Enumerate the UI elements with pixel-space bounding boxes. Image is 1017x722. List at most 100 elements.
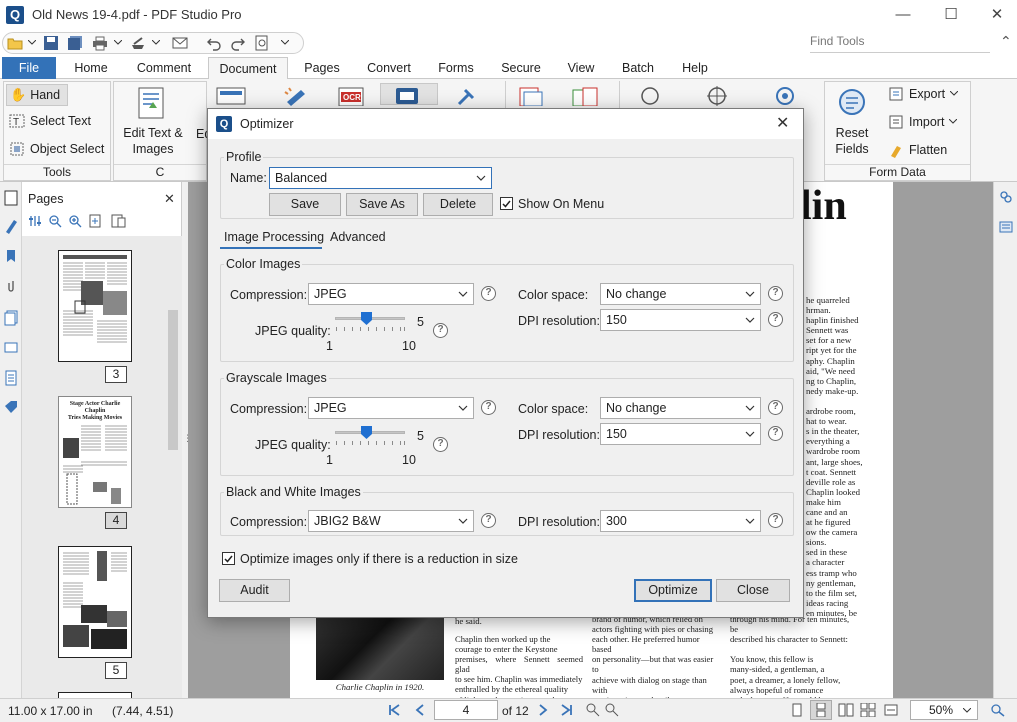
comments-icon[interactable] [4, 340, 18, 356]
zoom-tool-icon[interactable] [990, 703, 1006, 717]
color-dpi-help-icon[interactable]: ? [768, 312, 783, 327]
tab-image-processing[interactable]: Image Processing [224, 230, 324, 244]
optimize-only-reduction-checkbox[interactable] [222, 552, 235, 565]
close-window-button[interactable]: ✕ [974, 0, 1017, 30]
bookmarks-icon[interactable] [4, 248, 18, 264]
color-space-help-icon[interactable]: ? [768, 286, 783, 301]
optimize-button[interactable]: Optimize [634, 579, 712, 602]
previous-page-icon[interactable] [414, 703, 426, 717]
gray-color-space-help-icon[interactable]: ? [768, 400, 783, 415]
zoom-next-icon[interactable] [605, 703, 619, 717]
attachments-icon[interactable] [4, 278, 18, 294]
tags-icon[interactable] [4, 400, 18, 416]
save-all-icon[interactable] [67, 35, 83, 51]
color-quality-help-icon[interactable]: ? [433, 323, 448, 338]
profile-save-as-button[interactable]: Save As [346, 193, 418, 216]
last-page-icon[interactable] [561, 703, 573, 717]
ribbon-collapse-icon[interactable]: ⌃ [1000, 33, 1012, 50]
fit-width-icon[interactable] [884, 703, 898, 717]
profile-name-select[interactable]: Balanced [269, 167, 492, 189]
zoom-level-select[interactable]: 50% [910, 700, 978, 720]
save-icon[interactable] [43, 35, 59, 51]
tab-convert[interactable]: Convert [358, 57, 420, 79]
object-select-button[interactable]: Object Select [9, 141, 104, 157]
page-settings-icon[interactable] [28, 214, 42, 228]
search-panel-icon[interactable] [999, 190, 1013, 204]
color-space-select[interactable]: No change [600, 283, 761, 305]
tab-document[interactable]: Document [208, 57, 288, 81]
properties-panel-icon[interactable] [999, 220, 1013, 234]
content-icon[interactable] [4, 370, 18, 386]
chevron-down-icon[interactable] [114, 40, 122, 46]
print-icon[interactable] [92, 35, 108, 51]
find-tools-input[interactable]: Find Tools [810, 34, 990, 52]
profile-save-button[interactable]: Save [269, 193, 341, 216]
bw-compression-select[interactable]: JBIG2 B&W [308, 510, 474, 532]
close-button[interactable]: Close [716, 579, 790, 602]
layers-icon[interactable] [4, 310, 18, 326]
export-button[interactable]: Export [888, 86, 959, 102]
open-file-icon[interactable] [7, 35, 23, 51]
page-thumbnail-4[interactable]: Stage Actor Charlie Chaplin Tries Making… [58, 396, 132, 508]
maximize-button[interactable]: ☐ [928, 0, 974, 30]
dialog-close-icon[interactable]: ✕ [776, 113, 789, 133]
facing-view-icon[interactable] [838, 703, 854, 717]
signatures-icon[interactable] [4, 218, 18, 234]
bw-compression-help-icon[interactable]: ? [481, 513, 496, 528]
minimize-button[interactable]: — [880, 0, 926, 30]
profile-delete-button[interactable]: Delete [423, 193, 493, 216]
edit-text-images-button[interactable]: Edit Text & Images [120, 125, 186, 157]
zoom-out-icon[interactable] [48, 214, 62, 228]
panel-splitter-handle[interactable]: ⋮ [183, 434, 192, 448]
color-quality-slider[interactable] [335, 311, 405, 335]
gray-dpi-help-icon[interactable]: ? [768, 426, 783, 441]
tab-view[interactable]: View [560, 57, 602, 79]
redo-icon[interactable] [230, 35, 246, 51]
tab-secure[interactable]: Secure [492, 57, 550, 79]
tab-home[interactable]: Home [64, 57, 118, 79]
page-view-icon[interactable] [254, 35, 270, 51]
first-page-icon[interactable] [388, 703, 400, 717]
tab-pages[interactable]: Pages [296, 57, 348, 79]
zoom-previous-icon[interactable] [586, 703, 600, 717]
tab-file[interactable]: File [2, 57, 56, 79]
bw-dpi-select[interactable]: 300 [600, 510, 761, 532]
import-button[interactable]: Import [888, 114, 958, 130]
color-dpi-select[interactable]: 150 [600, 309, 761, 331]
flatten-button[interactable]: Flatten [888, 142, 947, 158]
tab-forms[interactable]: Forms [430, 57, 482, 79]
reset-fields-button[interactable]: Reset Fields [830, 125, 874, 157]
chevron-down-icon[interactable] [152, 40, 160, 46]
slider-thumb[interactable] [361, 312, 373, 326]
show-on-menu-checkbox[interactable] [500, 197, 513, 210]
tab-advanced[interactable]: Advanced [330, 230, 386, 244]
next-page-icon[interactable] [537, 703, 549, 717]
page-thumbnail-3[interactable] [58, 250, 132, 362]
gray-quality-slider[interactable] [335, 425, 405, 449]
gray-dpi-select[interactable]: 150 [600, 423, 761, 445]
chevron-down-icon[interactable] [28, 40, 36, 46]
tab-batch[interactable]: Batch [612, 57, 664, 79]
facing-continuous-icon[interactable] [860, 703, 876, 717]
hand-tool-button[interactable]: ✋ Hand [6, 84, 68, 106]
zoom-in-icon[interactable] [68, 214, 82, 228]
select-text-button[interactable]: T Select Text [9, 113, 91, 129]
pages-panel-icon[interactable] [4, 190, 18, 206]
undo-icon[interactable] [206, 35, 222, 51]
email-icon[interactable] [172, 35, 188, 51]
extract-page-icon[interactable] [110, 214, 126, 228]
gray-color-space-select[interactable]: No change [600, 397, 761, 419]
color-compression-help-icon[interactable]: ? [481, 286, 496, 301]
tab-help[interactable]: Help [672, 57, 718, 79]
page-thumbnail-5[interactable] [58, 546, 132, 658]
color-compression-select[interactable]: JPEG [308, 283, 474, 305]
slider-thumb[interactable] [361, 426, 373, 440]
pages-panel-scrollbar[interactable] [168, 310, 178, 450]
audit-button[interactable]: Audit [219, 579, 290, 602]
insert-page-icon[interactable] [88, 214, 104, 228]
gray-compression-select[interactable]: JPEG [308, 397, 474, 419]
gray-quality-help-icon[interactable]: ? [433, 437, 448, 452]
close-panel-icon[interactable]: ✕ [164, 191, 175, 207]
scan-icon[interactable] [130, 35, 146, 51]
current-page-input[interactable]: 4 [434, 700, 498, 720]
